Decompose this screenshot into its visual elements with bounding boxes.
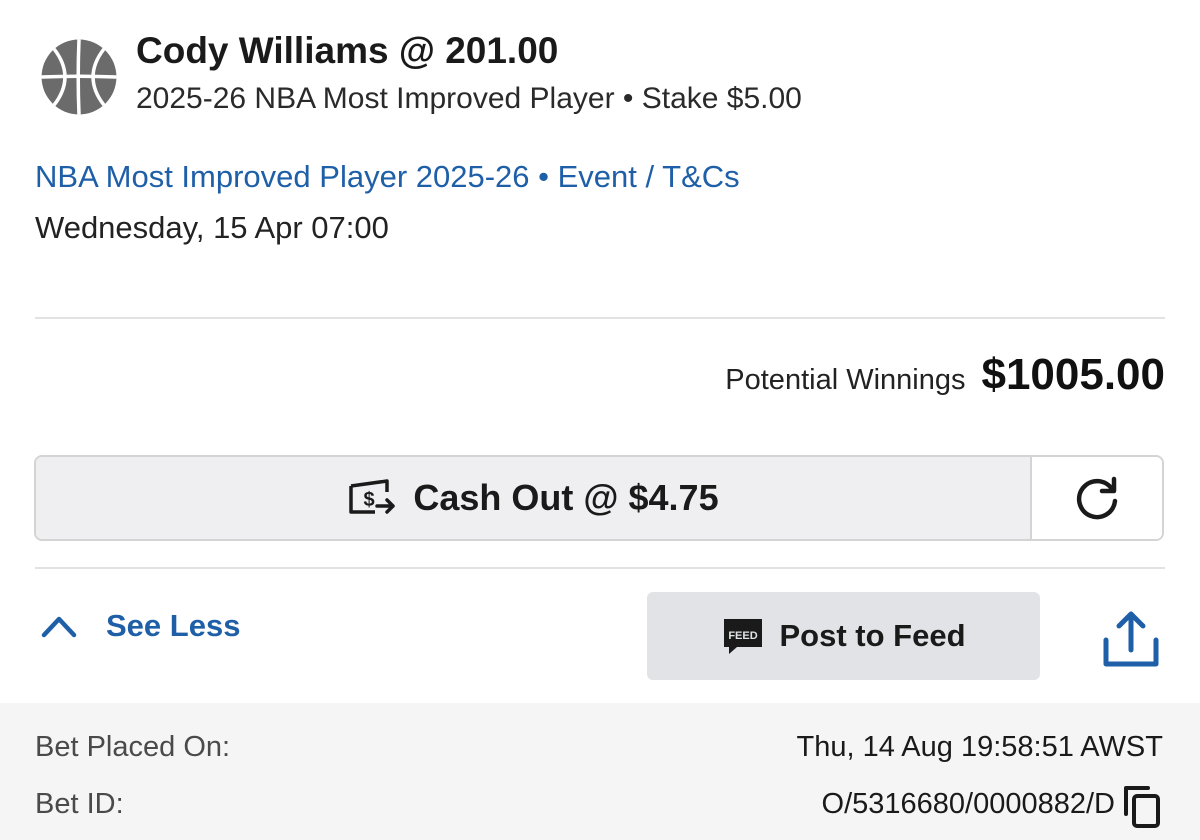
refresh-button[interactable] [1030, 457, 1162, 539]
copy-icon[interactable] [1120, 784, 1164, 830]
winnings-value: $1005.00 [981, 350, 1165, 399]
winnings-label: Potential Winnings [725, 364, 966, 396]
bet-placed-label: Bet Placed On: [35, 731, 231, 763]
chevron-up-icon [41, 616, 77, 638]
basketball-icon [41, 39, 117, 115]
bet-title: Cody Williams @ 201.00 [136, 30, 559, 71]
bet-subtitle: 2025-26 NBA Most Improved Player • Stake… [136, 82, 802, 115]
share-icon[interactable] [1100, 608, 1162, 668]
event-link[interactable]: NBA Most Improved Player 2025-26 • Event… [35, 159, 740, 195]
bet-id-value: O/5316680/0000882/D [821, 788, 1115, 820]
cash-out-icon: $ [349, 479, 396, 514]
svg-text:FEED: FEED [729, 630, 758, 642]
cash-out-label: Cash Out @ $4.75 [413, 477, 719, 518]
potential-winnings: Potential Winnings $1005.00 [725, 350, 1165, 400]
bet-id-label: Bet ID: [35, 788, 124, 820]
bet-placed-value: Thu, 14 Aug 19:58:51 AWST [796, 731, 1164, 763]
divider [35, 567, 1165, 569]
see-less-label: See Less [106, 608, 241, 643]
divider [35, 317, 1165, 319]
svg-text:$: $ [364, 489, 375, 511]
event-date: Wednesday, 15 Apr 07:00 [35, 210, 389, 245]
cash-out-group: $ Cash Out @ $4.75 [34, 455, 1164, 541]
cash-out-button[interactable]: $ Cash Out @ $4.75 [36, 457, 1030, 539]
see-less-toggle[interactable]: See Less [40, 608, 240, 644]
post-to-feed-button[interactable]: FEED Post to Feed [647, 592, 1040, 680]
refresh-icon [1076, 476, 1118, 520]
feed-icon: FEED [724, 619, 763, 654]
post-to-feed-label: Post to Feed [779, 618, 966, 653]
